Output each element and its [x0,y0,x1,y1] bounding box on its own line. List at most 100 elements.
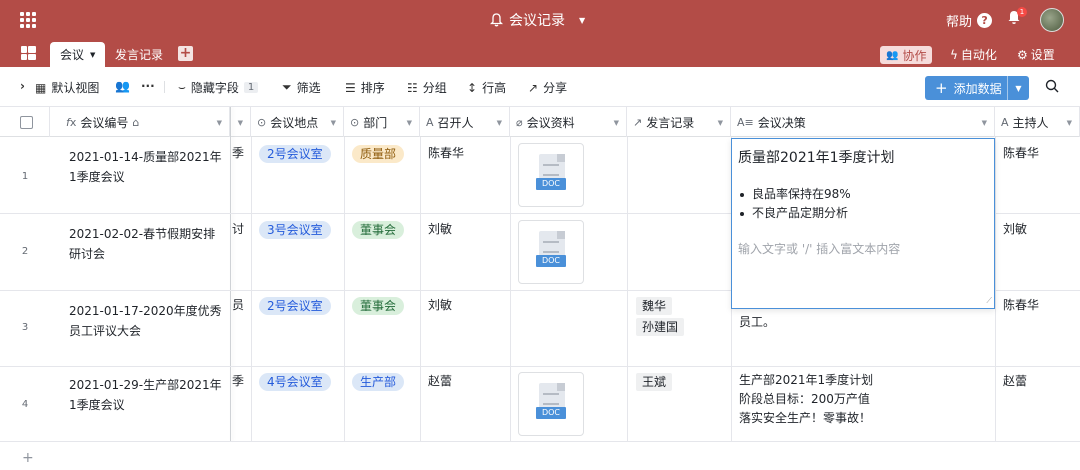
chevron-down-icon[interactable]: ▼ [1007,76,1029,100]
row-height-button[interactable]: ↕ 行高 [467,79,506,96]
tab-meetings[interactable]: 会议 ▼ [50,42,106,67]
view-toolbar: › ▦ 默认视图 👥 ··· ⌣ 隐藏字段 1 ⏷ 筛选 ☰ 排序 ☷ 分组 ↕… [0,67,1080,107]
filter-button[interactable]: ⏷ 筛选 [282,79,321,96]
more-icon[interactable]: ··· [141,79,155,93]
help-button[interactable]: 帮助 ? [946,11,993,30]
room-tag[interactable]: 4号会议室 [259,373,331,391]
hide-fields-label: 隐藏字段 [190,81,239,95]
doc-attachment[interactable]: DOC [518,372,584,436]
room-tag[interactable]: 3号会议室 [259,221,331,239]
rich-text-icon: A≡ [737,115,754,129]
decision-text[interactable]: 生产部2021年1季度计划 [739,370,873,390]
col-header-dept[interactable]: ⊙ 部门 ▼ [344,107,420,137]
notification-badge: 1 [1017,7,1027,17]
moderator-name[interactable]: 刘敏 [1003,219,1027,239]
doc-attachment[interactable]: DOC [518,143,584,207]
col-moderator-label: 主持人 [1012,115,1049,130]
col-header-clipped[interactable]: ▼ [230,107,251,137]
app-grid-icon[interactable] [20,12,36,28]
host-name[interactable]: 刘敏 [428,295,452,315]
col-header-location[interactable]: ⊙ 会议地点 ▼ [251,107,344,137]
doc-label: DOC [536,178,566,190]
room-tag[interactable]: 2号会议室 [259,145,331,163]
col-header-id[interactable]: fx 会议编号 ⌂ ▼ [50,107,230,137]
view-selector[interactable]: ▦ 默认视图 [35,79,99,96]
col-header-host[interactable]: A 召开人 ▼ [420,107,510,137]
moderator-name[interactable]: 赵蕾 [1003,371,1027,391]
meeting-id[interactable]: 2021-02-02-春节假期安排研讨会 [69,224,219,264]
search-icon[interactable] [1045,79,1059,93]
meeting-id[interactable]: 2021-01-29-生产部2021年1季度会议 [69,375,224,415]
rich-text-editor[interactable]: 质量部2021年1季度计划 良品率保持在98% 不良产品定期分析 输入文字或 '… [731,138,995,309]
editor-heading[interactable]: 质量部2021年1季度计划 [738,147,895,167]
col-header-decision[interactable]: A≡ 会议决策 ▼ [731,107,995,137]
doc-title[interactable]: 会议记录 ▼ [490,10,585,30]
clipped-cell[interactable]: 员 [232,295,244,315]
members-icon[interactable]: 👥 [115,79,130,93]
clipped-cell[interactable]: 季 [232,371,244,391]
dept-tag[interactable]: 董事会 [352,221,405,239]
room-tag[interactable]: 2号会议室 [259,297,331,315]
decision-text[interactable]: 员工。 [739,312,775,332]
group-button[interactable]: ☷ 分组 [407,79,447,96]
col-dept-label: 部门 [363,115,388,130]
automation-button[interactable]: ϟ 自动化 [950,46,997,63]
resize-handle-icon[interactable]: ⟋ [986,296,992,306]
moderator-name[interactable]: 陈春华 [1003,143,1039,163]
add-data-button[interactable]: + 添加数据 ▼ [925,76,1029,100]
meeting-id[interactable]: 2021-01-17-2020年度优秀员工评议大会 [69,301,224,341]
select-all-checkbox[interactable] [20,116,33,129]
col-header-moderator[interactable]: A 主持人 ▼ [995,107,1080,137]
clipped-cell[interactable]: 讨 [232,219,244,239]
host-name[interactable]: 陈春华 [428,143,464,163]
avatar[interactable] [1040,8,1064,32]
speaker-link[interactable]: 王斌 [636,373,673,391]
tab-speech-records[interactable]: 发言记录 [105,42,173,67]
select-icon: ⊙ [350,115,360,129]
sidebar-toggle-icon[interactable] [21,46,36,60]
col-location-label: 会议地点 [270,115,319,130]
dept-tag[interactable]: 董事会 [352,297,405,315]
table-icon: ▦ [35,80,47,95]
funnel-icon: ⏷ [282,80,292,94]
meeting-id[interactable]: 2021-01-14-质量部2021年1季度会议 [69,147,224,187]
grid-divider [510,137,511,441]
add-data-label: 添加数据 [953,81,1002,96]
editor-bullet[interactable]: 不良产品定期分析 [738,204,851,223]
chevron-down-icon: ▼ [981,119,987,127]
doc-attachment[interactable]: DOC [518,220,584,284]
hide-fields-button[interactable]: ⌣ 隐藏字段 1 [178,79,259,96]
expand-chevron-icon[interactable]: › [20,79,25,93]
speaker-link[interactable]: 孙建国 [636,318,685,336]
grid-divider [995,137,996,441]
settings-button[interactable]: ⚙ 设置 [1017,46,1055,63]
doc-label: DOC [536,407,566,419]
speaker-link[interactable]: 魏华 [636,297,673,315]
add-table-button[interactable]: + [178,46,193,61]
decision-text[interactable]: 阶段总目标：200万产值 [739,389,870,409]
dept-tag[interactable]: 生产部 [352,373,405,391]
editor-bullet-list[interactable]: 良品率保持在98% 不良产品定期分析 [738,185,851,223]
table-tabs: 会议 ▼ 发言记录 + 👥 协作 ϟ 自动化 ⚙ 设置 [0,40,1080,67]
editor-bullet[interactable]: 良品率保持在98% [738,185,851,204]
row-number: 3 [21,322,29,333]
clipped-cell[interactable]: 季 [232,143,244,163]
tab-label: 发言记录 [115,48,164,62]
decision-text[interactable]: 落实安全生产！零事故！ [739,408,871,428]
host-name[interactable]: 赵蕾 [428,371,452,391]
select-icon: ⊙ [257,115,267,129]
add-row-button[interactable]: + [22,450,34,466]
editor-placeholder[interactable]: 输入文字或 '/' 插入富文本内容 [738,240,900,257]
chevron-down-icon: ▼ [216,119,222,127]
moderator-name[interactable]: 陈春华 [1003,295,1039,315]
chevron-down-icon: ▼ [406,119,412,127]
grid-divider [344,137,345,441]
sort-button[interactable]: ☰ 排序 [345,79,385,96]
collab-button[interactable]: 👥 协作 [880,46,933,64]
col-speech-label: 发言记录 [646,115,695,130]
col-header-speech[interactable]: ↗ 发言记录 ▼ [627,107,731,137]
host-name[interactable]: 刘敏 [428,219,452,239]
share-button[interactable]: ↗ 分享 [528,79,567,96]
col-header-material[interactable]: ⌀ 会议资料 ▼ [510,107,627,137]
dept-tag[interactable]: 质量部 [352,145,405,163]
